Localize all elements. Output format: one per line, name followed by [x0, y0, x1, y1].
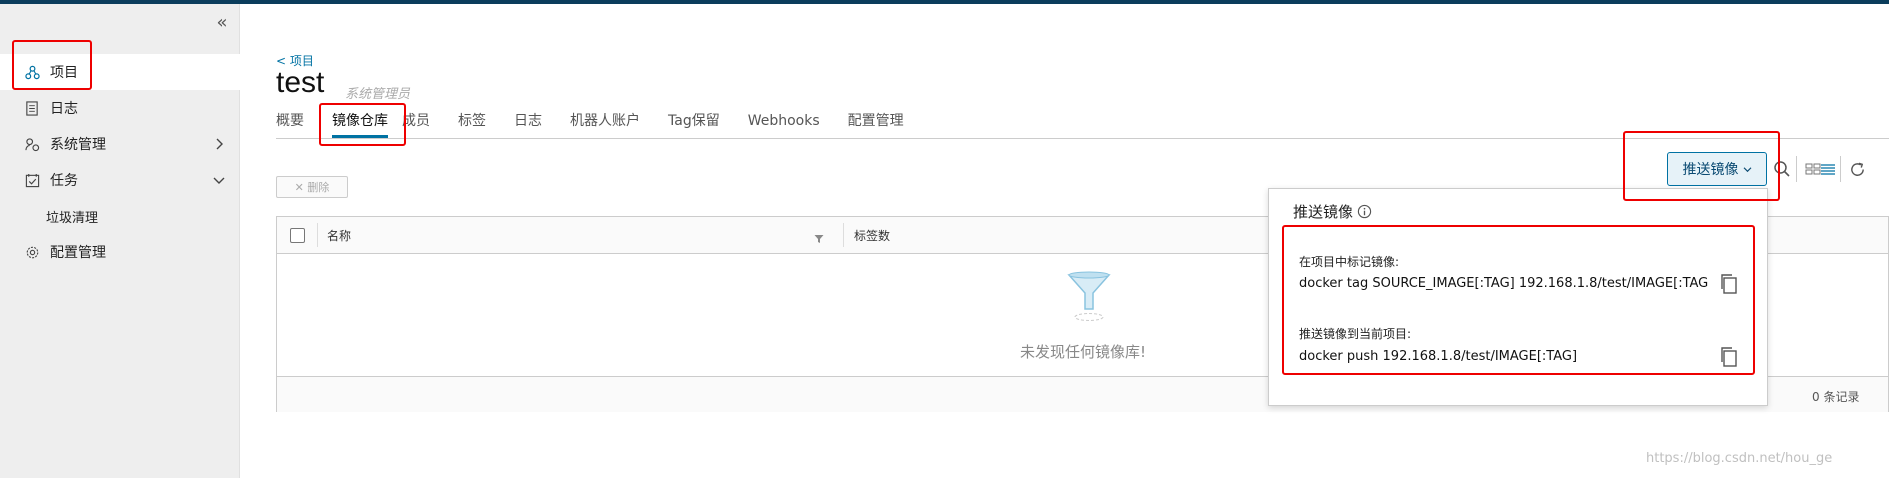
push-command-text[interactable]: docker push 192.168.1.8/test/IMAGE[:TAG]	[1299, 349, 1709, 364]
refresh-icon[interactable]	[1846, 158, 1868, 180]
task-icon	[24, 172, 40, 188]
sidebar-item-projects[interactable]: 项目	[0, 54, 240, 90]
column-separator	[317, 223, 318, 247]
sidebar: « 项目 日志 系统管理 任务 垃圾清理 配置管理	[0, 4, 240, 478]
tab-tag-retention[interactable]: Tag保留	[668, 108, 734, 138]
search-icon[interactable]	[1771, 158, 1793, 180]
filter-icon[interactable]	[814, 229, 826, 243]
copy-icon[interactable]	[1719, 346, 1739, 368]
sidebar-item-label: 垃圾清理	[46, 210, 99, 226]
sidebar-item-config[interactable]: 配置管理	[0, 234, 240, 270]
list-view-icon[interactable]	[1817, 158, 1839, 180]
push-image-popover: 推送镜像 在项目中标记镜像: docker tag SOURCE_IMAGE[:…	[1268, 188, 1768, 406]
divider	[1796, 156, 1797, 182]
project-icon	[24, 64, 40, 80]
tab-bar: 概要 镜像仓库 成员 标签 日志 机器人账户 Tag保留 Webhooks 配置…	[276, 108, 932, 138]
record-count: 0 条记录	[1812, 390, 1860, 404]
delete-button[interactable]: ✕ 删除	[276, 176, 348, 198]
tag-command-label: 在项目中标记镜像:	[1299, 255, 1400, 269]
tab-repositories[interactable]: 镜像仓库	[332, 108, 388, 138]
empty-state-text: 未发现任何镜像库!	[1020, 343, 1147, 361]
double-chevron-left-icon[interactable]: «	[212, 14, 232, 34]
sidebar-item-label: 系统管理	[50, 137, 106, 153]
users-icon	[24, 136, 40, 152]
sidebar-item-label: 项目	[50, 65, 78, 81]
tab-labels[interactable]: 标签	[458, 108, 500, 138]
info-icon[interactable]	[1357, 204, 1372, 219]
divider	[1840, 156, 1841, 182]
chevron-down-icon	[212, 173, 226, 187]
push-image-button[interactable]: 推送镜像	[1667, 152, 1767, 186]
column-header-tag-count[interactable]: 标签数	[854, 227, 890, 244]
tab-webhooks[interactable]: Webhooks	[748, 108, 834, 138]
top-bar	[0, 0, 1889, 4]
copy-icon[interactable]	[1719, 273, 1739, 295]
push-command-label: 推送镜像到当前项目:	[1299, 327, 1412, 341]
column-header-name[interactable]: 名称	[327, 227, 351, 244]
sidebar-item-tasks[interactable]: 任务	[0, 162, 240, 198]
push-image-label: 推送镜像	[1682, 162, 1739, 178]
tab-configuration[interactable]: 配置管理	[848, 108, 918, 138]
tab-summary[interactable]: 概要	[276, 108, 318, 138]
sidebar-item-label: 日志	[50, 101, 78, 117]
chevron-right-icon	[212, 137, 226, 151]
column-separator	[843, 223, 844, 247]
role-label: 系统管理员	[345, 87, 411, 102]
tab-members[interactable]: 成员	[402, 108, 444, 138]
tag-command-text[interactable]: docker tag SOURCE_IMAGE[:TAG] 192.168.1.…	[1299, 276, 1709, 291]
popover-title: 推送镜像	[1293, 201, 1372, 222]
tab-logs[interactable]: 日志	[514, 108, 556, 138]
tab-robot-accounts[interactable]: 机器人账户	[570, 108, 654, 138]
tabs-divider	[276, 138, 1889, 139]
sidebar-item-gc[interactable]: 垃圾清理	[0, 198, 240, 234]
filter-empty-icon	[1063, 269, 1115, 325]
popover-title-text: 推送镜像	[1293, 203, 1354, 221]
sidebar-item-system-admin[interactable]: 系统管理	[0, 126, 240, 162]
page-title: test	[276, 66, 325, 99]
sidebar-item-label: 配置管理	[50, 245, 106, 261]
log-icon	[24, 100, 40, 116]
chevron-down-icon	[1743, 166, 1752, 173]
watermark: https://blog.csdn.net/hou_ge	[1646, 451, 1833, 466]
sidebar-item-label: 任务	[50, 173, 78, 189]
sidebar-item-logs[interactable]: 日志	[0, 90, 240, 126]
select-all-checkbox[interactable]	[290, 228, 305, 243]
gear-icon	[24, 244, 40, 260]
